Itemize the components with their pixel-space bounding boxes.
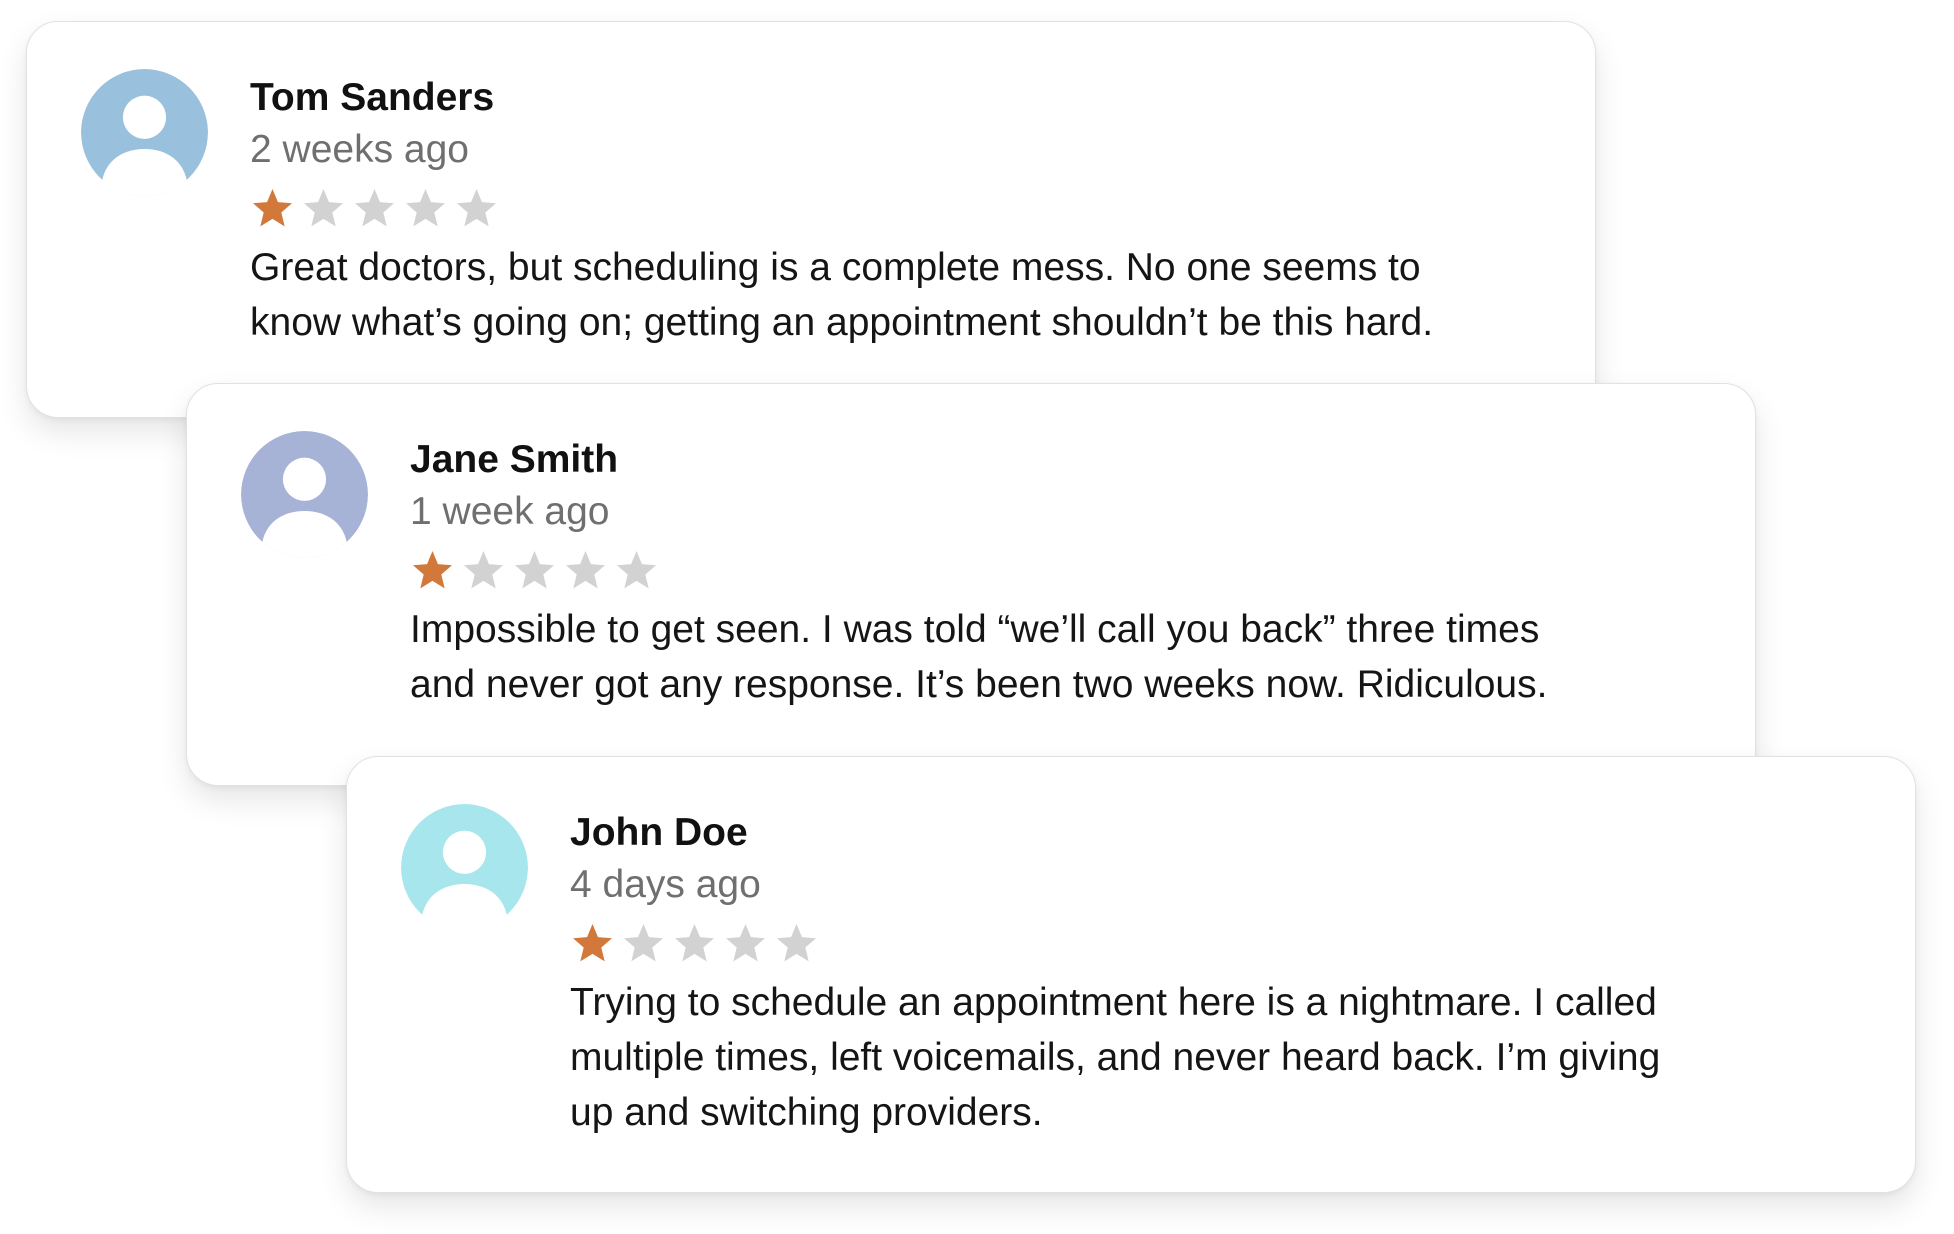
star-icon xyxy=(413,550,452,588)
star-icon xyxy=(464,550,503,588)
star-rating xyxy=(250,184,1535,232)
review-time: 2 weeks ago xyxy=(250,128,469,171)
star-rating xyxy=(410,546,1695,594)
review-card: John Doe 4 days ago Trying to schedule a… xyxy=(346,756,1916,1193)
review-text-line: Trying to schedule an appointment here i… xyxy=(570,981,1657,1024)
review-text-line: Great doctors, but scheduling is a compl… xyxy=(250,246,1421,289)
star-icon xyxy=(573,923,612,961)
review-card: Tom Sanders 2 weeks ago Great doctors, b… xyxy=(26,21,1596,418)
user-icon xyxy=(401,804,528,931)
avatar xyxy=(401,804,528,931)
star-icon xyxy=(304,188,343,226)
avatar xyxy=(241,431,368,558)
review-text-line: and never got any response. It’s been tw… xyxy=(410,663,1548,706)
avatar xyxy=(81,69,208,196)
star-icon xyxy=(675,923,714,961)
star-icon xyxy=(566,550,605,588)
star-icon xyxy=(624,923,663,961)
review-text: Great doctors, but scheduling is a compl… xyxy=(250,240,1535,350)
star-icon xyxy=(457,188,496,226)
review-time: 1 week ago xyxy=(410,490,610,533)
star-icon xyxy=(617,550,656,588)
review-text-line: know what’s going on; getting an appoint… xyxy=(250,301,1434,344)
star-rating xyxy=(570,919,1855,967)
star-icon xyxy=(515,550,554,588)
star-icon xyxy=(406,188,445,226)
reviewer-name: Tom Sanders xyxy=(250,76,495,119)
reviewer-name: Jane Smith xyxy=(410,438,619,481)
review-time: 4 days ago xyxy=(570,863,761,906)
review-text-line: up and switching providers. xyxy=(570,1091,1043,1134)
review-text: Trying to schedule an appointment here i… xyxy=(570,975,1855,1140)
review-text-line: Impossible to get seen. I was told “we’l… xyxy=(410,608,1540,651)
user-icon xyxy=(241,431,368,558)
review-text: Impossible to get seen. I was told “we’l… xyxy=(410,602,1695,712)
star-icon xyxy=(355,188,394,226)
star-icon xyxy=(726,923,765,961)
review-card: Jane Smith 1 week ago Impossible to get … xyxy=(186,383,1756,786)
user-icon xyxy=(81,69,208,196)
star-icon xyxy=(777,923,816,961)
reviewer-name: John Doe xyxy=(570,811,748,854)
review-text-line: multiple times, left voicemails, and nev… xyxy=(570,1036,1661,1079)
star-icon xyxy=(253,188,292,226)
